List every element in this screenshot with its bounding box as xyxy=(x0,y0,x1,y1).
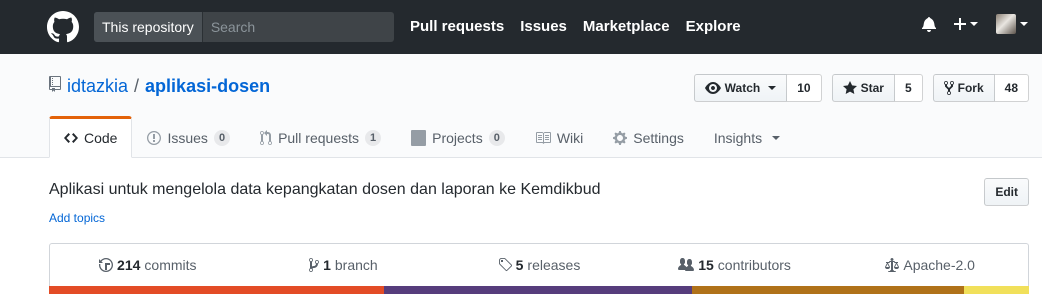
branch-count: 1 xyxy=(323,257,331,273)
tab-issues-label: Issues xyxy=(167,130,208,146)
nav-explore[interactable]: Explore xyxy=(686,18,741,35)
language-bar-segment[interactable] xyxy=(964,286,1029,294)
user-menu[interactable] xyxy=(996,14,1028,34)
contributors-label: contributors xyxy=(717,257,791,273)
project-icon xyxy=(411,130,427,146)
code-icon xyxy=(64,130,78,146)
language-bar-segment[interactable] xyxy=(49,286,385,294)
fork-label: Fork xyxy=(957,81,984,95)
watch-label: Watch xyxy=(724,81,761,95)
eye-icon xyxy=(704,80,721,96)
repo-book-icon xyxy=(49,76,61,97)
star-count[interactable]: 5 xyxy=(894,74,923,102)
nav-marketplace[interactable]: Marketplace xyxy=(583,18,670,35)
nav-pull-requests[interactable]: Pull requests xyxy=(410,18,504,35)
tag-icon xyxy=(498,257,512,273)
issue-opened-icon xyxy=(147,130,162,146)
tab-settings[interactable]: Settings xyxy=(598,116,699,158)
watch-count[interactable]: 10 xyxy=(787,74,822,102)
github-mark-icon[interactable] xyxy=(47,11,79,43)
contributors-count: 15 xyxy=(698,257,714,273)
global-nav: Pull requests Issues Marketplace Explore xyxy=(410,18,741,35)
tab-projects-label: Projects xyxy=(432,130,483,146)
releases-count: 5 xyxy=(515,257,524,273)
issues-counter: 0 xyxy=(213,130,231,146)
gear-icon xyxy=(613,130,628,146)
chevron-down-icon xyxy=(970,22,978,26)
tab-insights-label: Insights xyxy=(713,130,763,146)
tab-wiki-label: Wiki xyxy=(556,130,584,146)
bell-icon[interactable] xyxy=(922,16,936,32)
tab-insights[interactable]: Insights xyxy=(699,116,795,158)
star-icon xyxy=(842,80,857,96)
language-bar[interactable] xyxy=(49,286,1029,294)
search-scope-label[interactable]: This repository xyxy=(94,12,203,42)
repo-title: idtazkia / aplikasi-dosen xyxy=(49,76,270,97)
branch-label: branch xyxy=(334,257,378,273)
tab-projects[interactable]: Projects 0 xyxy=(396,116,520,158)
language-bar-segment[interactable] xyxy=(384,286,692,294)
releases-label: releases xyxy=(527,257,581,273)
law-icon xyxy=(885,257,900,273)
fork-group: Fork 48 xyxy=(932,74,1029,102)
repo-description: Aplikasi untuk mengelola data kepangkata… xyxy=(49,181,601,198)
search-input[interactable] xyxy=(202,12,394,42)
avatar xyxy=(996,14,1016,34)
plus-icon xyxy=(954,16,966,32)
search-box: This repository xyxy=(94,12,394,42)
repo-owner-link[interactable]: idtazkia xyxy=(67,76,128,97)
edit-description-button[interactable]: Edit xyxy=(984,178,1029,206)
star-button[interactable]: Star xyxy=(831,74,895,102)
commits-label: commits xyxy=(144,257,197,273)
commits-count: 214 xyxy=(117,257,141,273)
chevron-down-icon xyxy=(772,136,781,140)
tab-pull-requests-label: Pull requests xyxy=(278,130,359,146)
repo-actions: Watch 10 Star 5 Fork 48 xyxy=(693,74,1029,102)
tab-code-label: Code xyxy=(84,130,118,146)
repo-header: idtazkia / aplikasi-dosen Watch 10 Star … xyxy=(0,54,1042,158)
book-icon xyxy=(535,130,551,146)
tab-issues[interactable]: Issues 0 xyxy=(132,116,245,158)
language-bar-segment[interactable] xyxy=(691,286,965,294)
history-icon xyxy=(99,257,114,273)
git-pull-request-icon xyxy=(260,130,273,146)
license-label: Apache-2.0 xyxy=(903,257,975,273)
tab-pull-requests[interactable]: Pull requests 1 xyxy=(245,116,396,158)
tab-wiki[interactable]: Wiki xyxy=(520,116,598,158)
repo-path-separator: / xyxy=(134,76,140,96)
repo-name-link[interactable]: aplikasi-dosen xyxy=(145,76,270,97)
pulls-counter: 1 xyxy=(365,130,382,146)
chevron-down-icon xyxy=(1020,22,1028,26)
star-group: Star 5 xyxy=(831,74,923,102)
tab-code[interactable]: Code xyxy=(49,116,133,158)
watch-button[interactable]: Watch xyxy=(693,74,788,102)
git-branch-icon xyxy=(309,257,320,273)
projects-counter: 0 xyxy=(488,130,505,146)
fork-button[interactable]: Fork xyxy=(932,74,995,102)
add-topics-link[interactable]: Add topics xyxy=(49,211,105,225)
fork-count[interactable]: 48 xyxy=(994,74,1029,102)
global-header: This repository Pull requests Issues Mar… xyxy=(0,0,1042,54)
star-label: Star xyxy=(860,81,884,95)
watch-group: Watch 10 xyxy=(693,74,822,102)
tab-settings-label: Settings xyxy=(633,130,684,146)
organization-icon xyxy=(678,257,695,273)
header-user-actions xyxy=(922,14,1028,34)
nav-issues[interactable]: Issues xyxy=(520,18,567,35)
chevron-down-icon xyxy=(768,86,777,90)
repo-forked-icon xyxy=(943,80,954,96)
create-new-menu[interactable] xyxy=(954,16,978,32)
repo-tabs: Code Issues 0 Pull requests 1 Projects 0 xyxy=(49,116,795,158)
